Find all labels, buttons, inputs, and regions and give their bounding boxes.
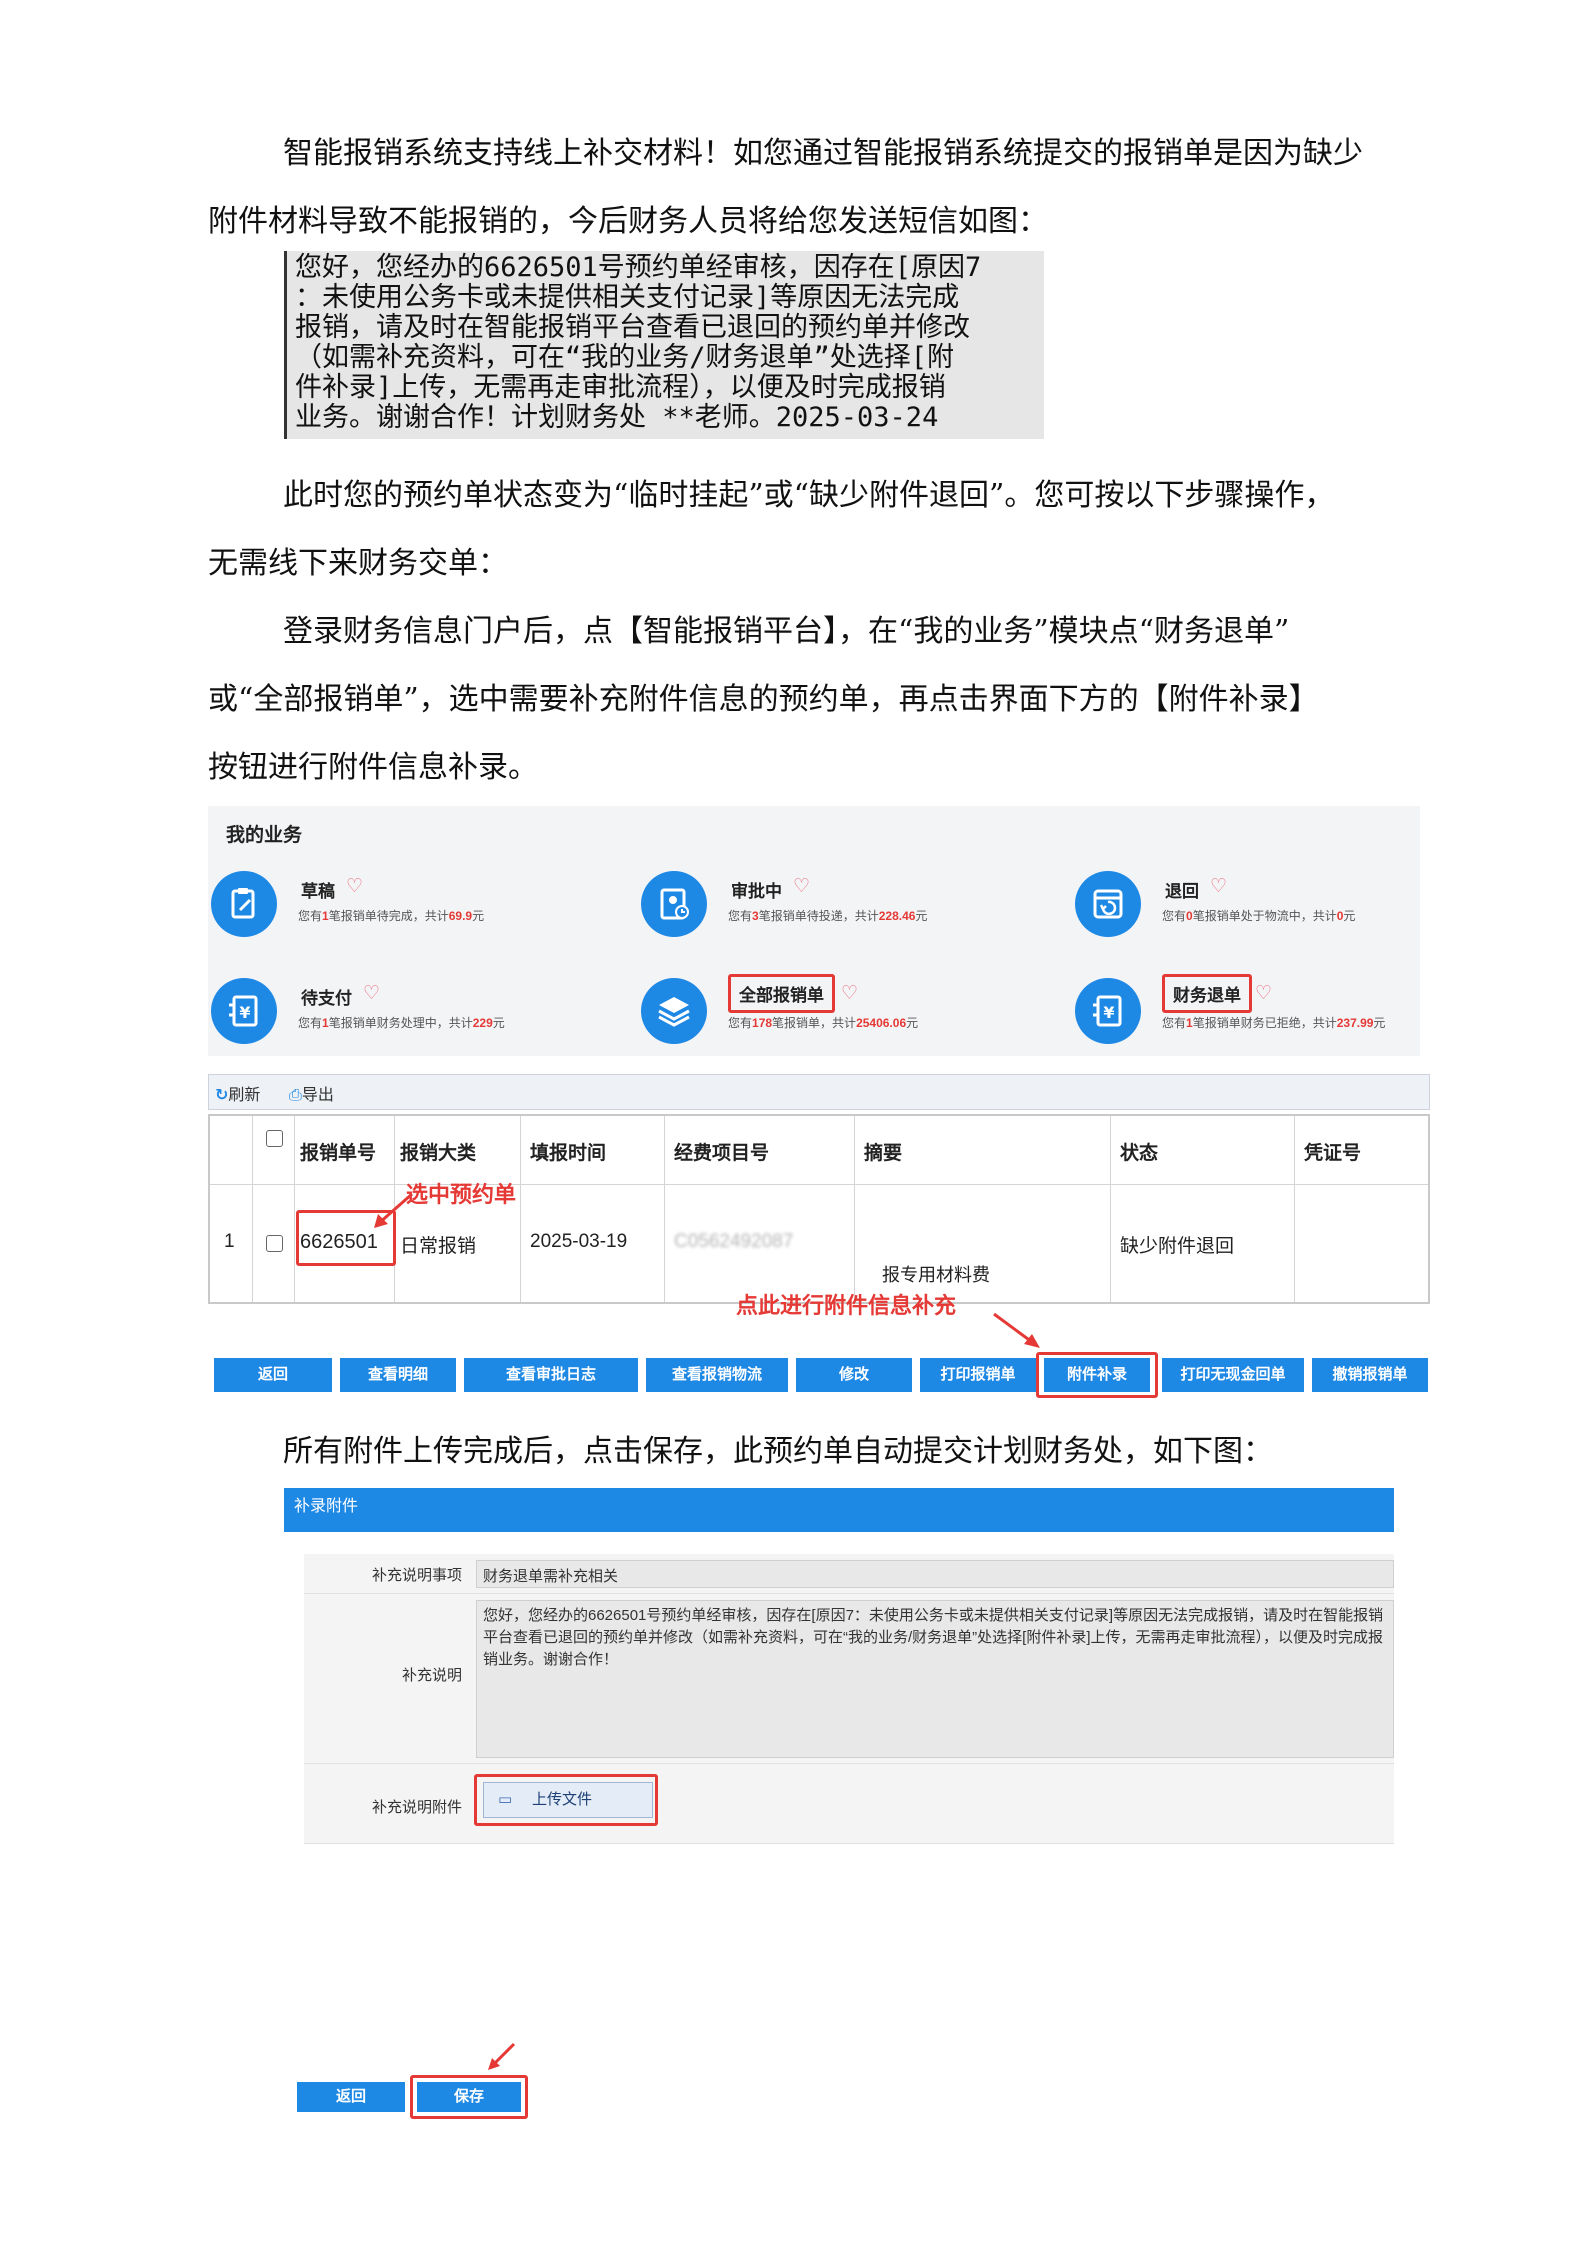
- para3-line-2: 或“全部报销单”，选中需要补充附件信息的预约单，再点击界面下方的【附件补录】: [208, 682, 1319, 717]
- tile-name-highlighted: 财务退单: [1162, 974, 1252, 1013]
- intro-line-1: 智能报销系统支持线上补交材料！如您通过智能报销系统提交的报销单是因为缺少: [283, 136, 1363, 171]
- report-status: 缺少附件退回: [1120, 1236, 1235, 1257]
- heart-icon[interactable]: ♡: [793, 875, 810, 898]
- tile-approving[interactable]: 审批中 ♡ 您有3笔报销单待投递，共计228.46元: [641, 871, 1001, 951]
- col-header[interactable]: 报销大类: [400, 1138, 476, 1165]
- view-approval-log-button[interactable]: 查看审批日志: [464, 1358, 638, 1392]
- svg-text:¥: ¥: [239, 1003, 250, 1022]
- tile-name: 待支付: [301, 989, 352, 1008]
- heart-icon[interactable]: ♡: [363, 982, 380, 1005]
- highlight-box: [474, 1774, 658, 1826]
- cancel-report-button[interactable]: 撤销报销单: [1312, 1358, 1428, 1392]
- heart-icon[interactable]: ♡: [1255, 982, 1272, 1005]
- col-header[interactable]: 经费项目号: [674, 1138, 769, 1165]
- heart-icon[interactable]: ♡: [346, 875, 363, 898]
- para2-line-1: 此时您的预约单状态变为“临时挂起”或“缺少附件退回”。您可按以下步骤操作，: [283, 478, 1335, 513]
- printer-icon: ⎙: [289, 1087, 302, 1104]
- annotation-click: 点此进行附件信息补充: [736, 1293, 957, 1318]
- annotation-select: 选中预约单: [406, 1182, 517, 1207]
- badge-clock-icon: [641, 871, 707, 937]
- para2-line-2: 无需线下来财务交单：: [208, 546, 508, 581]
- report-category: 日常报销: [400, 1236, 477, 1257]
- sms-message-image: 您好，您经办的6626501号预约单经审核，因存在[原因7 ：未使用公务卡或未提…: [284, 251, 1044, 439]
- edit-button[interactable]: 修改: [796, 1358, 912, 1392]
- attachment-form: 补录附件 补充说明事项 财务退单需补充相关 补充说明 您好，您经办的662650…: [284, 1488, 1394, 1848]
- tile-name: 退回: [1165, 882, 1199, 901]
- select-all-checkbox[interactable]: [266, 1130, 283, 1147]
- row-checkbox[interactable]: [266, 1235, 283, 1252]
- tile-name: 草稿: [301, 882, 335, 901]
- tile-returned[interactable]: 退回 ♡ 您有0笔报销单处于物流中，共计0元: [1075, 871, 1435, 951]
- tile-finance-return[interactable]: ¥ 财务退单 ♡ 您有1笔报销单财务已拒绝，共计237.99元: [1075, 974, 1435, 1058]
- tile-desc: 您有0笔报销单处于物流中，共计0元: [1162, 909, 1356, 923]
- desc-textarea[interactable]: 您好，您经办的6626501号预约单经审核，因存在[原因7：未使用公务卡或未提供…: [476, 1600, 1394, 1758]
- report-table-panel: ↻刷新 ⎙导出 报销单号 报销大类 填报时间 经费项目号 摘要 状态 凭证号 1…: [208, 1074, 1430, 1400]
- view-logistics-button[interactable]: 查看报销物流: [646, 1358, 788, 1392]
- back-button[interactable]: 返回: [214, 1358, 332, 1392]
- heart-icon[interactable]: ♡: [1210, 875, 1227, 898]
- svg-text:¥: ¥: [1103, 1003, 1114, 1022]
- tile-draft[interactable]: 草稿 ♡ 您有1笔报销单待完成，共计69.9元: [211, 871, 571, 951]
- summary-text: 报专用材料费: [882, 1265, 990, 1285]
- heart-icon[interactable]: ♡: [841, 982, 858, 1005]
- label-file: 补充说明附件: [371, 1799, 462, 1816]
- tile-name-highlighted: 全部报销单: [728, 974, 835, 1013]
- col-header[interactable]: 报销单号: [300, 1138, 376, 1165]
- tile-all-reports[interactable]: 全部报销单 ♡ 您有178笔报销单，共计25406.06元: [641, 974, 1001, 1058]
- tile-desc: 您有1笔报销单财务已拒绝，共计237.99元: [1162, 1016, 1386, 1030]
- project-number: C0562492087: [674, 1231, 794, 1252]
- intro-line-2: 附件材料导致不能报销的，今后财务人员将给您发送短信如图：: [208, 204, 1048, 239]
- table-toolbar: ↻刷新 ⎙导出: [208, 1074, 1430, 1110]
- col-header[interactable]: 摘要: [864, 1138, 902, 1165]
- yuan-doc-icon: ¥: [211, 978, 277, 1044]
- my-business-panel: 我的业务 草稿 ♡ 您有1笔报销单待完成，共计69.9元 审批中 ♡ 您有3笔报…: [208, 806, 1420, 1056]
- refresh-icon: ↻: [215, 1087, 229, 1104]
- col-header[interactable]: 填报时间: [530, 1138, 606, 1165]
- form-back-button[interactable]: 返回: [297, 2082, 405, 2112]
- view-detail-button[interactable]: 查看明细: [340, 1358, 456, 1392]
- highlight-box: [1036, 1352, 1158, 1398]
- para3-line-3: 按钮进行附件信息补录。: [208, 750, 538, 785]
- highlight-box: [410, 2075, 528, 2119]
- panel-title: 我的业务: [226, 825, 303, 846]
- row-item: 补充说明事项 财务退单需补充相关: [304, 1554, 1394, 1594]
- arrow-icon: [374, 1192, 413, 1228]
- label-item: 补充说明事项: [371, 1567, 462, 1584]
- row-index: 1: [224, 1231, 235, 1252]
- label-desc: 补充说明: [401, 1667, 462, 1684]
- refresh-button[interactable]: ↻刷新: [215, 1081, 260, 1105]
- tile-name: 审批中: [731, 882, 782, 901]
- para4: 所有附件上传完成后，点击保存，此预约单自动提交计划财务处，如下图：: [283, 1434, 1273, 1469]
- report-date: 2025-03-19: [530, 1231, 628, 1252]
- return-icon: [1075, 871, 1141, 937]
- tile-desc: 您有3笔报销单待投递，共计228.46元: [728, 909, 928, 923]
- tile-desc: 您有1笔报销单财务处理中，共计229元: [298, 1016, 505, 1030]
- print-cashless-receipt-button[interactable]: 打印无现金回单: [1162, 1358, 1304, 1392]
- clipboard-edit-icon: [211, 871, 277, 937]
- col-header[interactable]: 凭证号: [1304, 1138, 1361, 1165]
- row-file: 补充说明附件 ▭ 上传文件: [304, 1764, 1394, 1844]
- tile-desc: 您有178笔报销单，共计25406.06元: [728, 1016, 919, 1030]
- arrow-icon: [993, 1312, 1040, 1348]
- yuan-doc-icon: ¥: [1075, 978, 1141, 1044]
- layers-icon: [641, 978, 707, 1044]
- tile-pending-payment[interactable]: ¥ 待支付 ♡ 您有1笔报销单财务处理中，共计229元: [211, 978, 571, 1058]
- row-desc: 补充说明 您好，您经办的6626501号预约单经审核，因存在[原因7：未使用公务…: [304, 1594, 1394, 1764]
- export-button[interactable]: ⎙导出: [289, 1081, 334, 1105]
- action-button-bar: 返回 查看明细 查看审批日志 查看报销物流 修改 打印报销单 附件补录 打印无现…: [208, 1352, 1430, 1398]
- item-field[interactable]: 财务退单需补充相关: [476, 1560, 1394, 1588]
- tile-desc: 您有1笔报销单待完成，共计69.9元: [298, 909, 485, 923]
- para3-line-1: 登录财务信息门户后，点【智能报销平台】，在“我的业务”模块点“财务退单”: [283, 614, 1290, 649]
- print-report-button[interactable]: 打印报销单: [920, 1358, 1036, 1392]
- col-header[interactable]: 状态: [1120, 1138, 1158, 1165]
- arrow-icon: [488, 2042, 516, 2070]
- form-header: 补录附件: [284, 1488, 1394, 1532]
